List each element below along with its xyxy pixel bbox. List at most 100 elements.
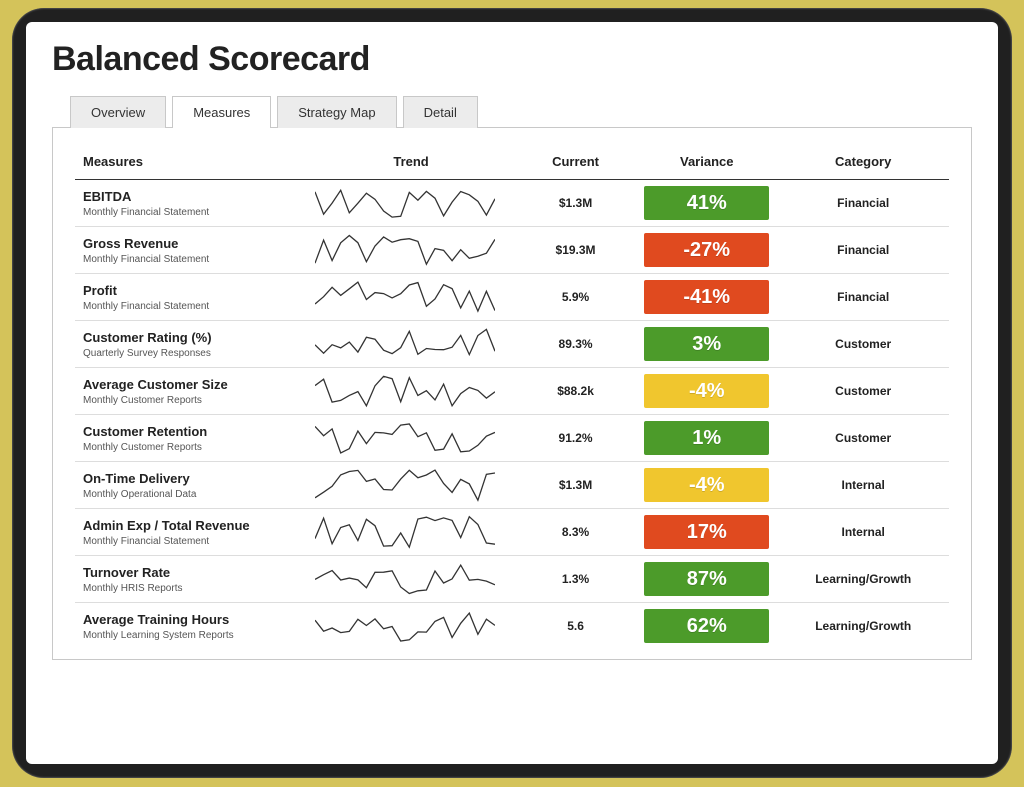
variance-pill: 17%	[644, 515, 769, 549]
measures-tbody: EBITDAMonthly Financial Statement$1.3M41…	[75, 180, 949, 650]
measure-source: Monthly Financial Statement	[83, 536, 299, 547]
table-row[interactable]: On-Time DeliveryMonthly Operational Data…	[75, 462, 949, 509]
current-value: 91.2%	[515, 415, 636, 462]
trend-cell	[307, 603, 515, 650]
measure-cell: Customer Rating (%) Quarterly Survey Resp…	[75, 321, 307, 368]
category-value: Internal	[777, 509, 949, 556]
tab-detail[interactable]: Detail	[403, 96, 478, 128]
category-value: Financial	[777, 227, 949, 274]
measure-cell: EBITDA Monthly Financial Statement	[75, 180, 307, 227]
measures-table: Measures Trend Current Variance Category…	[75, 150, 949, 649]
trend-cell	[307, 509, 515, 556]
variance-cell: -41%	[636, 274, 777, 321]
tab-overview[interactable]: Overview	[70, 96, 166, 128]
measure-source: Monthly Financial Statement	[83, 207, 299, 218]
variance-cell: 3%	[636, 321, 777, 368]
table-row[interactable]: EBITDA Monthly Financial Statement $1.3M41…	[75, 180, 949, 227]
variance-cell: 87%	[636, 556, 777, 603]
table-row[interactable]: Admin Exp / Total Revenue Monthly Financi…	[75, 509, 949, 556]
col-header-measures: Measures	[75, 150, 307, 180]
col-header-current: Current	[515, 150, 636, 180]
variance-pill: -4%	[644, 374, 769, 408]
measure-name: On-Time Delivery	[83, 471, 299, 486]
category-value: Customer	[777, 368, 949, 415]
current-value: $1.3M	[515, 180, 636, 227]
tab-strategy-map[interactable]: Strategy Map	[277, 96, 396, 128]
variance-pill: -41%	[644, 280, 769, 314]
table-row[interactable]: Average Training Hours Monthly Learning S…	[75, 603, 949, 650]
sparkline-icon	[315, 515, 495, 549]
current-value: 5.9%	[515, 274, 636, 321]
measure-name: Average Training Hours	[83, 612, 299, 627]
measure-name: Average Customer Size	[83, 377, 299, 392]
measure-name: Gross Revenue	[83, 236, 299, 251]
sparkline-icon	[315, 280, 495, 314]
measure-source: Quarterly Survey Responses	[83, 348, 299, 359]
variance-pill: 1%	[644, 421, 769, 455]
current-value: 89.3%	[515, 321, 636, 368]
table-row[interactable]: Gross Revenue Monthly Financial Statement…	[75, 227, 949, 274]
measure-cell: Admin Exp / Total Revenue Monthly Financi…	[75, 509, 307, 556]
category-value: Learning/Growth	[777, 556, 949, 603]
variance-cell: -4%	[636, 368, 777, 415]
category-value: Learning/Growth	[777, 603, 949, 650]
measure-source: Monthly Customer Reports	[83, 442, 299, 453]
measure-source: Monthly Customer Reports	[83, 395, 299, 406]
measure-cell: On-Time DeliveryMonthly Operational Data	[75, 462, 307, 509]
measure-name: Profit	[83, 283, 299, 298]
measure-cell: Turnover RateMonthly HRIS Reports	[75, 556, 307, 603]
table-row[interactable]: Profit Monthly Financial Statement 5.9%-41…	[75, 274, 949, 321]
trend-cell	[307, 180, 515, 227]
tab-measures[interactable]: Measures	[172, 96, 271, 128]
trend-cell	[307, 321, 515, 368]
current-value: 8.3%	[515, 509, 636, 556]
table-row[interactable]: Customer Rating (%) Quarterly Survey Resp…	[75, 321, 949, 368]
variance-pill: 3%	[644, 327, 769, 361]
table-row[interactable]: Customer Retention Monthly Customer Repor…	[75, 415, 949, 462]
measure-name: Customer Rating (%)	[83, 330, 299, 345]
current-value: $19.3M	[515, 227, 636, 274]
measure-name: EBITDA	[83, 189, 299, 204]
measure-source: Monthly Learning System Reports	[83, 630, 299, 641]
measure-cell: Gross Revenue Monthly Financial Statement	[75, 227, 307, 274]
measure-name: Admin Exp / Total Revenue	[83, 518, 299, 533]
trend-cell	[307, 556, 515, 603]
device-frame: Balanced Scorecard OverviewMeasuresStrat…	[12, 8, 1012, 778]
measure-source: Monthly Financial Statement	[83, 254, 299, 265]
table-header-row: Measures Trend Current Variance Category	[75, 150, 949, 180]
variance-pill: -4%	[644, 468, 769, 502]
variance-cell: -27%	[636, 227, 777, 274]
variance-pill: 87%	[644, 562, 769, 596]
category-value: Customer	[777, 321, 949, 368]
measure-cell: Average Customer Size Monthly Customer Re…	[75, 368, 307, 415]
page-title: Balanced Scorecard	[52, 40, 972, 79]
measure-name: Turnover Rate	[83, 565, 299, 580]
trend-cell	[307, 415, 515, 462]
table-row[interactable]: Turnover RateMonthly HRIS Reports 1.3%87%…	[75, 556, 949, 603]
variance-pill: 41%	[644, 186, 769, 220]
current-value: 1.3%	[515, 556, 636, 603]
variance-pill: 62%	[644, 609, 769, 643]
measure-source: Monthly Financial Statement	[83, 301, 299, 312]
col-header-category: Category	[777, 150, 949, 180]
sparkline-icon	[315, 609, 495, 643]
variance-cell: 17%	[636, 509, 777, 556]
trend-cell	[307, 462, 515, 509]
current-value: $1.3M	[515, 462, 636, 509]
sparkline-icon	[315, 186, 495, 220]
trend-cell	[307, 274, 515, 321]
sparkline-icon	[315, 562, 495, 596]
app-screen: Balanced Scorecard OverviewMeasuresStrat…	[26, 22, 998, 764]
category-value: Financial	[777, 274, 949, 321]
sparkline-icon	[315, 374, 495, 408]
variance-cell: -4%	[636, 462, 777, 509]
category-value: Customer	[777, 415, 949, 462]
trend-cell	[307, 227, 515, 274]
measure-name: Customer Retention	[83, 424, 299, 439]
measure-cell: Average Training Hours Monthly Learning S…	[75, 603, 307, 650]
col-header-variance: Variance	[636, 150, 777, 180]
sparkline-icon	[315, 233, 495, 267]
sparkline-icon	[315, 421, 495, 455]
table-row[interactable]: Average Customer Size Monthly Customer Re…	[75, 368, 949, 415]
measure-cell: Profit Monthly Financial Statement	[75, 274, 307, 321]
